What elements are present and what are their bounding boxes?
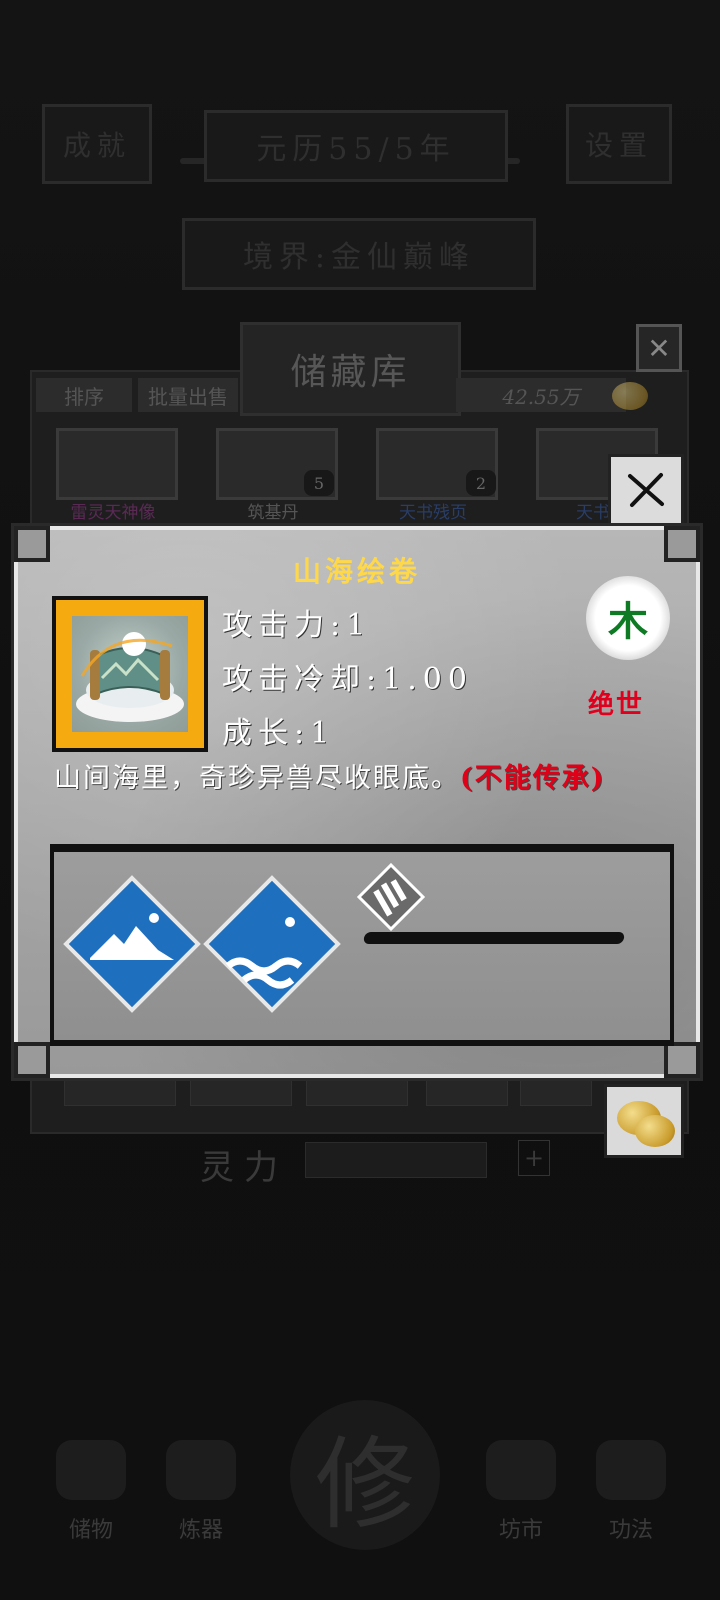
plus-button[interactable]: + (518, 1140, 550, 1176)
nav-label: 坊市 (498, 1518, 543, 1543)
sort-button[interactable]: 排序 (36, 378, 132, 412)
nav-forge[interactable]: 炼器 (146, 1440, 256, 1544)
element-text: 木 (608, 598, 648, 645)
power-field (305, 1142, 487, 1178)
achievement-label: 成就 (62, 129, 131, 162)
item-icon-frame (52, 596, 208, 752)
sort-label: 排序 (64, 384, 104, 409)
nav-label: 储物 (68, 1518, 113, 1543)
cooldown-stat: 攻击冷却:1.00 (222, 662, 473, 697)
slot-count: 2 (466, 470, 496, 496)
nav-market[interactable]: 坊市 (466, 1440, 576, 1544)
nav-skills[interactable]: 功法 (576, 1440, 686, 1544)
list-row (64, 1078, 176, 1106)
settings-label: 设置 (584, 129, 653, 162)
slot-count: 5 (304, 470, 334, 496)
scroll-icon (72, 616, 188, 732)
close-icon: ✕ (647, 331, 671, 365)
inventory-slot[interactable] (56, 428, 178, 500)
cauldron-icon (166, 1440, 236, 1500)
growth-stat: 成长:1 (222, 716, 336, 751)
bulk-sell-label: 批量出售 (148, 384, 228, 409)
book-icon (596, 1440, 666, 1500)
item-name: 山海绘卷 (292, 555, 421, 588)
storage-title: 储藏库 (240, 322, 461, 416)
slot-label: 天书残页 (399, 503, 467, 523)
list-row (520, 1078, 592, 1106)
list-row (190, 1078, 292, 1106)
power-label: 灵力 (200, 1148, 288, 1188)
nav-cultivate[interactable]: 修 (290, 1400, 440, 1550)
ink-stroke (362, 932, 626, 944)
coin-balance: 42.55万 (456, 378, 626, 412)
realm-text: 境界:金仙巅峰 (242, 240, 476, 275)
achievement-button[interactable]: 成就 (42, 104, 152, 184)
list-row (306, 1078, 408, 1106)
sea-skill-icon[interactable] (202, 874, 342, 1014)
slot-label: 雷灵天神像 (70, 503, 156, 523)
frame-corner (664, 1042, 700, 1078)
realm-display: 境界:金仙巅峰 (182, 218, 536, 290)
nav-storage[interactable]: 储物 (36, 1440, 146, 1544)
nav-label: 修 (315, 1425, 415, 1543)
coin-balance-text: 42.55万 (502, 384, 580, 409)
storage-close-button[interactable]: ✕ (636, 324, 682, 372)
storage-title-text: 储藏库 (290, 352, 411, 393)
item-description: 山间海里，奇珍异兽尽收眼底。(不能传承) (54, 762, 664, 796)
nav-label: 功法 (608, 1518, 653, 1543)
frame-corner (14, 1042, 50, 1078)
mountain-skill-icon[interactable] (62, 874, 202, 1014)
inheritance-note: (不能传承) (460, 763, 606, 794)
element-badge: 木 (586, 576, 670, 660)
coins-icon (486, 1440, 556, 1500)
coin-icon (635, 1115, 675, 1147)
attack-stat: 攻击力:1 (222, 608, 372, 643)
slot-label: 筑基丹 (247, 503, 299, 523)
gold-button[interactable] (604, 1084, 684, 1158)
bulk-sell-button[interactable]: 批量出售 (138, 378, 238, 412)
settings-button[interactable]: 设置 (566, 104, 672, 184)
nav-label: 炼器 (178, 1518, 223, 1543)
item-detail-dialog: 山海绘卷 攻击力:1 攻击冷却:1.00 成长:1 木 绝世 山间海里，奇珍异兽… (14, 526, 700, 1078)
dialog-close-button[interactable] (608, 454, 684, 526)
coin-icon (612, 382, 648, 410)
description-text: 山间海里，奇珍异兽尽收眼底。 (54, 763, 460, 794)
list-row (426, 1078, 508, 1106)
date-text: 元历55/5年 (256, 132, 456, 167)
close-icon (628, 473, 664, 507)
date-display: 元历55/5年 (204, 110, 508, 182)
rarity-label: 绝世 (588, 690, 645, 720)
flag-skill-icon[interactable] (356, 862, 426, 932)
pouch-icon (56, 1440, 126, 1500)
